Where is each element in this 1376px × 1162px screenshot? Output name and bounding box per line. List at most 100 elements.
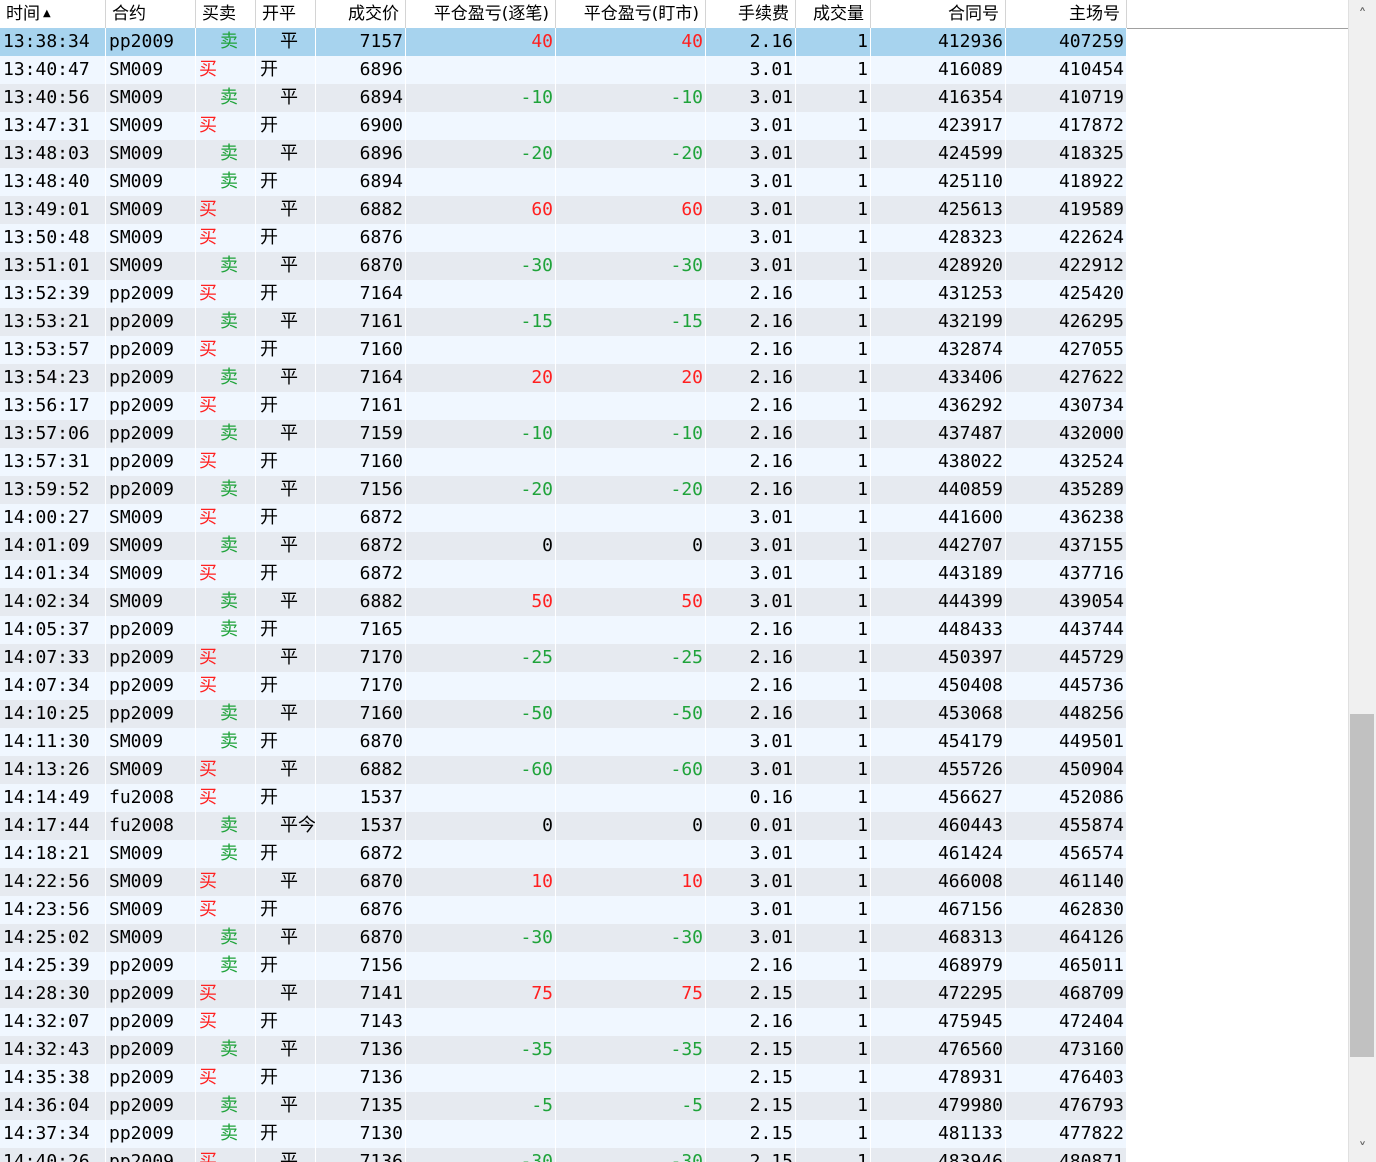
cell-pnl_trade: -35	[406, 1036, 556, 1064]
table-row[interactable]: 14:01:34 SM009 买开 6872 3.01 1 443189 437716	[0, 560, 1127, 588]
cell-qty: 1	[796, 448, 871, 476]
table-row[interactable]: 13:57:31 pp2009 买开 7160 2.16 1 438022 432524	[0, 448, 1127, 476]
cell-price: 6872	[316, 560, 406, 588]
cell-side: 卖	[196, 616, 256, 644]
table-row[interactable]: 14:36:04 pp2009 卖平 7135 -5 -5 2.15 1 479980 47679…	[0, 1092, 1127, 1120]
table-row[interactable]: 13:51:01 SM009 卖平 6870 -30 -30 3.01 1 428920 4229…	[0, 252, 1127, 280]
cell-time: 14:01:34	[0, 560, 106, 588]
cell-pnl_trade	[406, 1120, 556, 1148]
cell-fee: 0.16	[706, 784, 796, 812]
column-header-pnl_mtm[interactable]: 平仓盈亏(盯市)	[556, 0, 706, 28]
table-row[interactable]: 14:17:44 fu2008 卖平今 1537 0 0 0.01 1 460443 455874	[0, 812, 1127, 840]
cell-pnl_trade: 75	[406, 980, 556, 1008]
cell-contract: pp2009	[106, 308, 196, 336]
column-header-pnl_trade[interactable]: 平仓盈亏(逐笔)	[406, 0, 556, 28]
cell-pnl_trade: 50	[406, 588, 556, 616]
cell-pnl_mtm	[556, 224, 706, 252]
cell-exch_no: 472404	[1006, 1008, 1127, 1036]
cell-contract: SM009	[106, 84, 196, 112]
scrollbar-thumb[interactable]	[1350, 713, 1374, 1057]
cell-exch_no: 407259	[1006, 28, 1127, 56]
scroll-up-icon[interactable]: ˄	[1349, 0, 1376, 28]
table-row[interactable]: 14:37:34 pp2009 卖开 7130 2.15 1 481133 477822	[0, 1120, 1127, 1148]
column-header-contract_no[interactable]: 合同号	[871, 0, 1006, 28]
table-row[interactable]: 13:48:40 SM009 卖开 6894 3.01 1 425110 418922	[0, 168, 1127, 196]
table-row[interactable]: 14:25:39 pp2009 卖开 7156 2.16 1 468979 465011	[0, 952, 1127, 980]
cell-pnl_trade	[406, 1064, 556, 1092]
cell-time: 13:53:21	[0, 308, 106, 336]
table-row[interactable]: 13:50:48 SM009 买开 6876 3.01 1 428323 422624	[0, 224, 1127, 252]
table-row[interactable]: 13:52:39 pp2009 买开 7164 2.16 1 431253 425420	[0, 280, 1127, 308]
column-header-price[interactable]: 成交价	[316, 0, 406, 28]
table-row[interactable]: 14:14:49 fu2008 买开 1537 0.16 1 456627 452086	[0, 784, 1127, 812]
cell-side: 卖	[196, 532, 256, 560]
cell-contract: pp2009	[106, 420, 196, 448]
scroll-down-icon[interactable]: ˅	[1349, 1134, 1376, 1162]
column-header-contract[interactable]: 合约	[106, 0, 196, 28]
cell-pnl_mtm	[556, 896, 706, 924]
table-row[interactable]: 13:56:17 pp2009 买开 7161 2.16 1 436292 430734	[0, 392, 1127, 420]
table-row[interactable]: 14:10:25 pp2009 卖平 7160 -50 -50 2.16 1 453068 448…	[0, 700, 1127, 728]
cell-qty: 1	[796, 980, 871, 1008]
table-row[interactable]: 14:07:34 pp2009 买开 7170 2.16 1 450408 445736	[0, 672, 1127, 700]
cell-openclose: 开	[256, 1064, 316, 1092]
table-row[interactable]: 14:25:02 SM009 卖平 6870 -30 -30 3.01 1 468313 4641…	[0, 924, 1127, 952]
cell-exch_no: 410454	[1006, 56, 1127, 84]
cell-openclose: 开	[256, 896, 316, 924]
table-row[interactable]: 14:23:56 SM009 买开 6876 3.01 1 467156 462830	[0, 896, 1127, 924]
table-row[interactable]: 13:38:34 pp2009 卖平 7157 40 40 2.16 1 412936 40725…	[0, 28, 1127, 56]
column-header-exch_no[interactable]: 主场号	[1006, 0, 1127, 28]
cell-pnl_mtm: -20	[556, 140, 706, 168]
table-row[interactable]: 14:32:07 pp2009 买开 7143 2.16 1 475945 472404	[0, 1008, 1127, 1036]
cell-pnl_mtm: 50	[556, 588, 706, 616]
table-row[interactable]: 14:05:37 pp2009 卖开 7165 2.16 1 448433 443744	[0, 616, 1127, 644]
table-row[interactable]: 14:02:34 SM009 卖平 6882 50 50 3.01 1 444399 439054	[0, 588, 1127, 616]
cell-contract_no: 412936	[871, 28, 1006, 56]
column-header-qty[interactable]: 成交量	[796, 0, 871, 28]
table-row[interactable]: 14:22:56 SM009 买平 6870 10 10 3.01 1 466008 461140	[0, 868, 1127, 896]
cell-exch_no: 445736	[1006, 672, 1127, 700]
vertical-scrollbar[interactable]: ˄ ˅	[1348, 0, 1376, 1162]
table-row[interactable]: 13:59:52 pp2009 卖平 7156 -20 -20 2.16 1 440859 435…	[0, 476, 1127, 504]
table-row[interactable]: 14:07:33 pp2009 买平 7170 -25 -25 2.16 1 450397 445…	[0, 644, 1127, 672]
table-row[interactable]: 14:28:30 pp2009 买平 7141 75 75 2.15 1 472295 46870…	[0, 980, 1127, 1008]
column-header-openclose[interactable]: 开平	[256, 0, 316, 28]
column-header-label: 开平	[262, 4, 296, 24]
cell-exch_no: 430734	[1006, 392, 1127, 420]
cell-pnl_trade: -15	[406, 308, 556, 336]
cell-pnl_trade: -10	[406, 84, 556, 112]
table-row[interactable]: 13:53:57 pp2009 买开 7160 2.16 1 432874 427055	[0, 336, 1127, 364]
table-row[interactable]: 14:35:38 pp2009 买开 7136 2.15 1 478931 476403	[0, 1064, 1127, 1092]
cell-fee: 3.01	[706, 896, 796, 924]
cell-exch_no: 448256	[1006, 700, 1127, 728]
cell-qty: 1	[796, 112, 871, 140]
cell-contract: pp2009	[106, 1148, 196, 1162]
cell-price: 7156	[316, 952, 406, 980]
table-row[interactable]: 13:40:56 SM009 卖平 6894 -10 -10 3.01 1 416354 4107…	[0, 84, 1127, 112]
cell-exch_no: 465011	[1006, 952, 1127, 980]
table-row[interactable]: 13:40:47 SM009 买开 6896 3.01 1 416089 410454	[0, 56, 1127, 84]
table-row[interactable]: 14:13:26 SM009 买平 6882 -60 -60 3.01 1 455726 4509…	[0, 756, 1127, 784]
cell-side: 买	[196, 112, 256, 140]
table-row[interactable]: 13:49:01 SM009 买平 6882 60 60 3.01 1 425613 419589	[0, 196, 1127, 224]
table-row[interactable]: 14:40:26 pp2009 买平 7136 -30 -30 2.15 1 483946 480…	[0, 1148, 1127, 1162]
column-header-side[interactable]: 买卖	[196, 0, 256, 28]
column-header-fee[interactable]: 手续费	[706, 0, 796, 28]
table-row[interactable]: 14:00:27 SM009 买开 6872 3.01 1 441600 436238	[0, 504, 1127, 532]
table-row[interactable]: 13:47:31 SM009 买开 6900 3.01 1 423917 417872	[0, 112, 1127, 140]
table-row[interactable]: 13:48:03 SM009 卖平 6896 -20 -20 3.01 1 424599 4183…	[0, 140, 1127, 168]
table-row[interactable]: 14:32:43 pp2009 卖平 7136 -35 -35 2.15 1 476560 473…	[0, 1036, 1127, 1064]
table-row[interactable]: 14:01:09 SM009 卖平 6872 0 0 3.01 1 442707 437155	[0, 532, 1127, 560]
cell-contract: pp2009	[106, 672, 196, 700]
cell-price: 7141	[316, 980, 406, 1008]
table-row[interactable]: 14:11:30 SM009 卖开 6870 3.01 1 454179 449501	[0, 728, 1127, 756]
table-row[interactable]: 13:54:23 pp2009 卖平 7164 20 20 2.16 1 433406 42762…	[0, 364, 1127, 392]
column-header-time[interactable]: 时间 ▲	[0, 0, 106, 28]
table-row[interactable]: 13:53:21 pp2009 卖平 7161 -15 -15 2.16 1 432199 426…	[0, 308, 1127, 336]
cell-side: 卖	[196, 308, 256, 336]
table-row[interactable]: 13:57:06 pp2009 卖平 7159 -10 -10 2.16 1 437487 432…	[0, 420, 1127, 448]
table-row[interactable]: 14:18:21 SM009 卖开 6872 3.01 1 461424 456574	[0, 840, 1127, 868]
cell-price: 7136	[316, 1036, 406, 1064]
cell-openclose: 平	[256, 868, 316, 896]
cell-pnl_mtm	[556, 56, 706, 84]
